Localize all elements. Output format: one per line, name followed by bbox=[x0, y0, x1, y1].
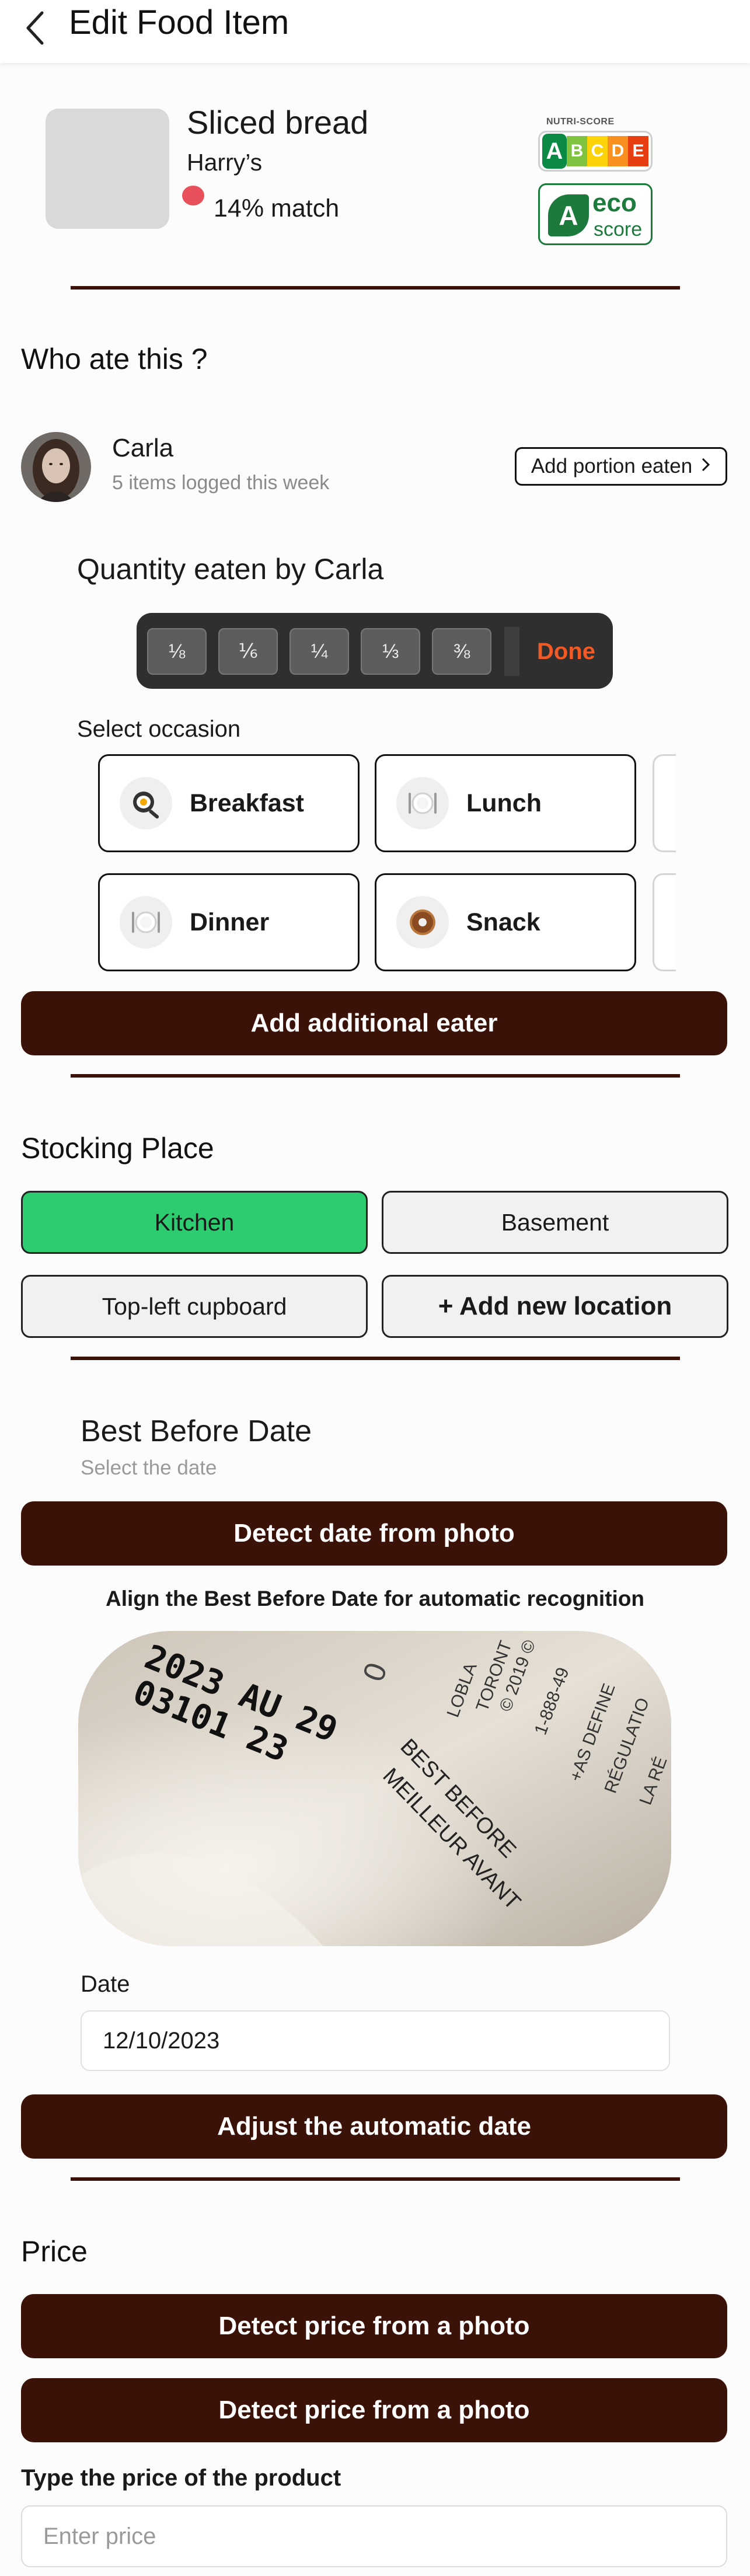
product-image-placeholder bbox=[46, 109, 169, 229]
occasion-dinner[interactable]: Dinner bbox=[98, 873, 360, 971]
chevron-left-icon[interactable] bbox=[20, 6, 51, 49]
avatar[interactable] bbox=[21, 432, 91, 502]
date-label: Date bbox=[81, 1971, 130, 1997]
eco-score-word: eco bbox=[592, 189, 637, 217]
eater-subtitle: 5 items logged this week bbox=[112, 472, 330, 494]
date-camera-preview: 2023 AU 29 03101 23 BEST BEFORE MEILLEUR… bbox=[78, 1631, 671, 1946]
nutri-grade: C bbox=[587, 136, 608, 166]
price-input-label: Type the price of the product bbox=[21, 2465, 341, 2491]
occasion-next-card[interactable] bbox=[653, 873, 676, 971]
detect-price-button-secondary[interactable]: Detect price from a photo bbox=[21, 2378, 727, 2442]
eater-name: Carla bbox=[112, 434, 174, 462]
fraction-sixth-button[interactable]: ⅙ bbox=[218, 628, 278, 675]
section-divider bbox=[71, 1074, 680, 1078]
done-button[interactable]: Done bbox=[531, 628, 601, 675]
eco-score-sub: score bbox=[594, 218, 643, 240]
fraction-quarter-button[interactable]: ¼ bbox=[289, 628, 349, 675]
occasion-next-card[interactable] bbox=[653, 754, 676, 852]
align-instruction: Align the Best Before Date for automatic… bbox=[105, 1587, 645, 1611]
fraction-divider bbox=[504, 627, 519, 676]
detect-price-button[interactable]: Detect price from a photo bbox=[21, 2294, 727, 2358]
date-field[interactable]: 12/10/2023 bbox=[81, 2010, 670, 2071]
donut-icon bbox=[396, 896, 449, 949]
nutri-grade: B bbox=[567, 136, 587, 166]
fraction-picker: ⅛ ⅙ ¼ ⅓ ⅜ Done bbox=[137, 613, 613, 689]
nutri-grade: A bbox=[542, 134, 567, 169]
occasion-label-text: Lunch bbox=[466, 789, 542, 817]
stocking-title: Stocking Place bbox=[21, 1132, 214, 1165]
location-kitchen[interactable]: Kitchen bbox=[21, 1191, 368, 1254]
add-new-location-button[interactable]: + Add new location bbox=[382, 1275, 728, 1338]
best-before-subtitle: Select the date bbox=[81, 1456, 217, 1479]
occasion-label-text: Dinner bbox=[190, 908, 270, 936]
quantity-title: Quantity eaten by Carla bbox=[77, 553, 384, 585]
match-percentage: 14% match bbox=[214, 194, 340, 222]
add-portion-button[interactable]: Add portion eaten bbox=[515, 447, 727, 486]
plate-cutlery-icon bbox=[120, 896, 172, 949]
location-basement[interactable]: Basement bbox=[382, 1191, 728, 1254]
add-additional-eater-button[interactable]: Add additional eater bbox=[21, 991, 727, 1055]
occasion-label-text: Snack bbox=[466, 908, 540, 936]
occasion-breakfast[interactable]: Breakfast bbox=[98, 754, 360, 852]
occasion-label-text: Breakfast bbox=[190, 789, 304, 817]
adjust-date-button[interactable]: Adjust the automatic date bbox=[21, 2094, 727, 2159]
chevron-right-icon bbox=[700, 455, 711, 478]
section-divider bbox=[71, 1357, 680, 1360]
add-portion-label: Add portion eaten bbox=[531, 455, 693, 477]
match-indicator-dot bbox=[182, 186, 204, 205]
location-top-left-cupboard[interactable]: Top-left cupboard bbox=[21, 1275, 368, 1338]
nutri-score-label: NUTRI-SCORE bbox=[546, 117, 615, 127]
fraction-eighth-button[interactable]: ⅛ bbox=[147, 628, 207, 675]
price-title: Price bbox=[21, 2235, 88, 2268]
occasion-label: Select occasion bbox=[77, 716, 241, 742]
occasion-lunch[interactable]: Lunch bbox=[375, 754, 636, 852]
app-header: Edit Food Item bbox=[0, 0, 750, 63]
price-input[interactable] bbox=[21, 2505, 727, 2567]
eco-leaf-icon: A bbox=[548, 194, 589, 236]
nutri-grade: D bbox=[608, 136, 628, 166]
nutri-grade: E bbox=[628, 136, 648, 166]
eco-score-badge: A eco score bbox=[538, 183, 653, 245]
who-ate-title: Who ate this ? bbox=[21, 343, 208, 375]
section-divider bbox=[71, 286, 680, 290]
detect-date-button[interactable]: Detect date from photo bbox=[21, 1501, 727, 1566]
best-before-title: Best Before Date bbox=[81, 1414, 312, 1448]
nutri-score-badge: A B C D E bbox=[538, 131, 653, 172]
occasion-snack[interactable]: Snack bbox=[375, 873, 636, 971]
fraction-three-eighths-button[interactable]: ⅜ bbox=[432, 628, 491, 675]
page-title: Edit Food Item bbox=[69, 4, 289, 41]
fraction-third-button[interactable]: ⅓ bbox=[361, 628, 420, 675]
product-name: Sliced bread bbox=[187, 104, 369, 141]
section-divider bbox=[71, 2177, 680, 2181]
product-brand: Harry’s bbox=[187, 149, 263, 176]
plate-cutlery-icon bbox=[396, 777, 449, 829]
frying-pan-egg-icon bbox=[120, 777, 172, 829]
